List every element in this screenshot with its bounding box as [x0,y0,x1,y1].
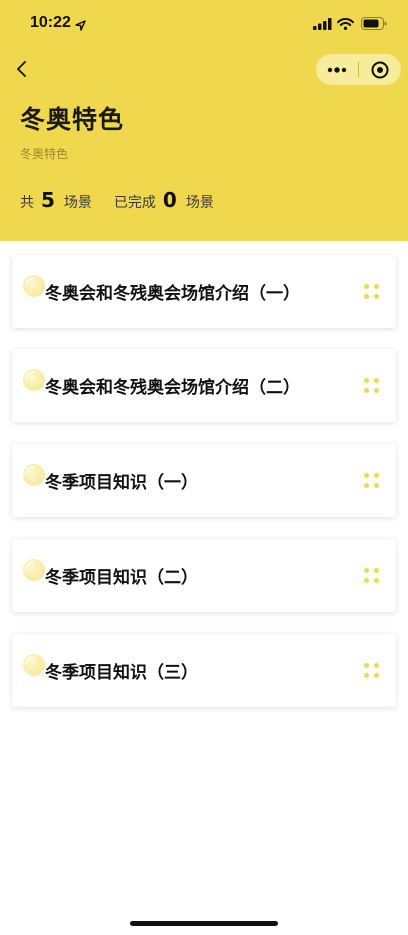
drag-dot [364,388,369,393]
drag-handle-icon[interactable] [364,284,382,302]
scene-title: 冬季项目知识（二） [45,568,198,588]
drag-handle-icon[interactable] [364,378,382,396]
drag-dot [374,673,379,678]
drag-dot [374,473,379,478]
more-dots-icon [327,66,347,73]
drag-dot [374,578,379,583]
app-screen: 10:22 冬奥特色 冬奥特色 共 5 场景 已完成 0 场景 冬奥会和冬残奥会… [0,0,408,935]
total-count: 5 [41,188,55,212]
drag-dot [364,483,369,488]
scene-card[interactable]: 冬奥会和冬残奥会场馆介绍（二） [12,349,396,422]
progress-stats: 共 5 场景 已完成 0 场景 [20,188,214,214]
chevron-left-icon [17,61,26,77]
drag-dot [374,284,379,289]
drag-dot [364,284,369,289]
drag-handle-icon[interactable] [364,473,382,491]
scene-title: 冬季项目知识（三） [45,663,198,683]
more-button[interactable] [316,54,358,85]
header-banner: 10:22 冬奥特色 冬奥特色 共 5 场景 已完成 0 场景 [0,0,408,241]
drag-dot [374,294,379,299]
drag-dot [364,578,369,583]
drag-dot [364,568,369,573]
drag-dot [364,378,369,383]
drag-dot [374,663,379,668]
drag-dot [364,294,369,299]
total-unit: 场景 [63,195,92,211]
close-mini-program-button[interactable] [359,54,401,85]
battery-icon [361,15,387,34]
done-prefix: 已完成 [113,195,156,211]
sun-icon [22,368,46,392]
done-unit: 场景 [185,195,214,211]
done-count: 0 [162,188,177,212]
mini-program-capsule [316,54,401,85]
back-button[interactable] [10,56,36,82]
sun-icon [22,274,46,298]
sun-icon [22,558,46,582]
sun-icon [22,463,46,487]
scene-title: 冬奥会和冬残奥会场馆介绍（二） [45,378,300,398]
drag-dot [374,483,379,488]
status-time: 10:22 [30,14,71,31]
wifi-icon [337,15,354,34]
status-bar: 10:22 [0,0,408,48]
drag-handle-icon[interactable] [364,663,382,681]
scene-title: 冬奥会和冬残奥会场馆介绍（一） [45,284,300,304]
scene-card[interactable]: 冬季项目知识（二） [12,539,396,612]
drag-handle-icon[interactable] [364,568,382,586]
scene-card[interactable]: 冬季项目知识（三） [12,634,396,707]
total-prefix: 共 [20,195,34,211]
page-subtitle: 冬奥特色 [20,147,69,161]
drag-dot [364,673,369,678]
page-title: 冬奥特色 [20,105,125,134]
target-circle-icon [371,61,389,78]
sun-icon [22,653,46,677]
scene-card[interactable]: 冬季项目知识（一） [12,444,396,517]
signal-icon [313,15,332,34]
drag-dot [374,388,379,393]
drag-dot [374,378,379,383]
drag-dot [374,568,379,573]
scene-card[interactable]: 冬奥会和冬残奥会场馆介绍（一） [12,255,396,328]
drag-dot [364,663,369,668]
location-arrow-icon [75,16,86,35]
home-indicator [130,921,278,926]
drag-dot [364,473,369,478]
scene-title: 冬季项目知识（一） [45,473,198,493]
